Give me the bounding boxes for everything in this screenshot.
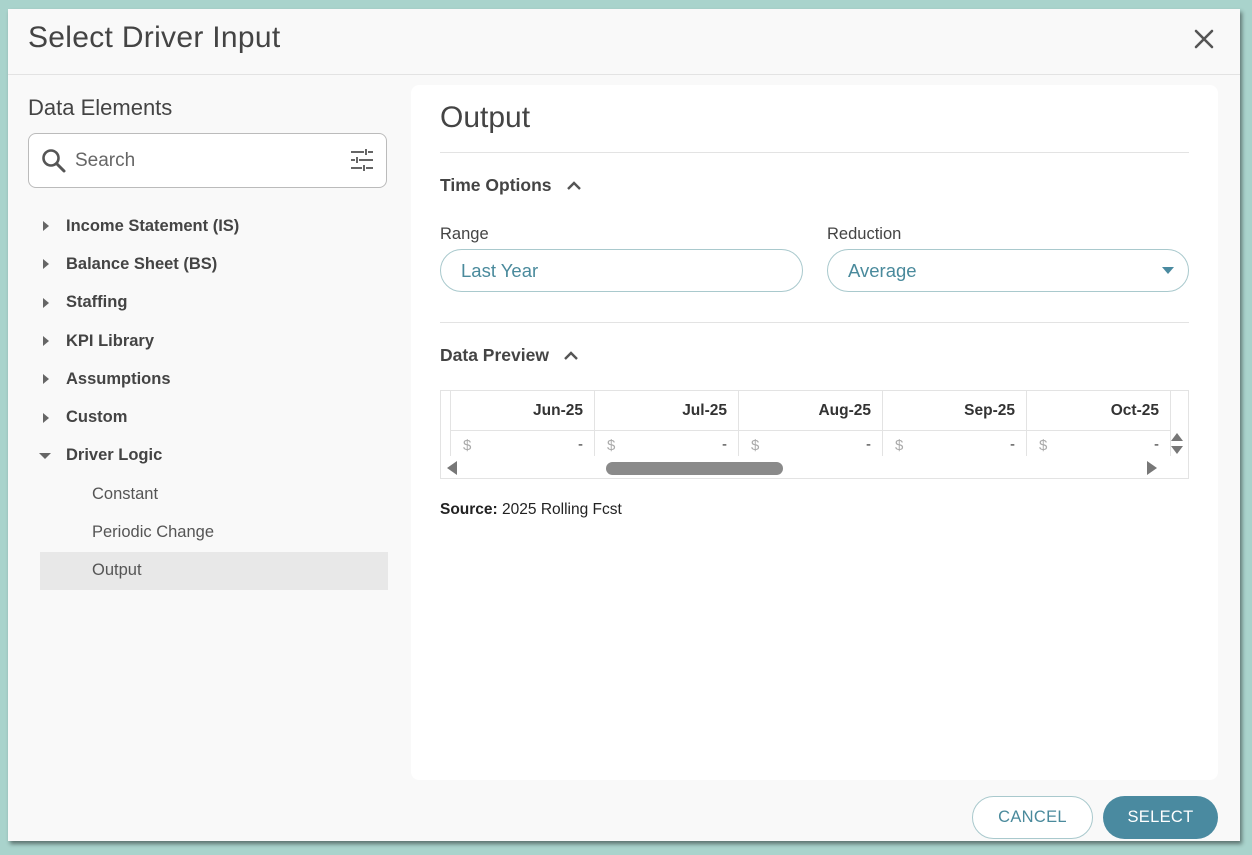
scroll-thumb[interactable] [606, 462, 783, 475]
tree-item-label: Custom [66, 408, 128, 427]
source-value: 2025 Rolling Fcst [502, 501, 622, 518]
source-line: Source: 2025 Rolling Fcst [440, 501, 622, 519]
data-elements-heading: Data Elements [28, 95, 173, 120]
column-header: Oct-25 [1027, 391, 1171, 430]
caret-right-icon [28, 373, 66, 385]
chevron-up-icon [564, 350, 578, 360]
data-preview-grid: Jun-25 Jul-25 Aug-25 Sep-25 Oct-25 $ - $ -… [440, 390, 1189, 479]
search-input[interactable] [75, 146, 335, 176]
column-header: Jun-25 [451, 391, 595, 430]
cell-value: - [722, 436, 727, 453]
tree-item-driver-logic[interactable]: Driver Logic [28, 437, 388, 475]
reduction-value: Average [848, 259, 917, 281]
search-icon [41, 148, 67, 174]
caret-right-icon [28, 258, 66, 270]
tree-item-label: Balance Sheet (BS) [66, 254, 218, 273]
cell-value: - [866, 436, 871, 453]
tree-item-staffing[interactable]: Staffing [28, 284, 388, 322]
chevron-up-icon [566, 180, 581, 190]
output-title: Output [440, 101, 531, 134]
tree-subitem-constant[interactable]: Constant [40, 475, 388, 513]
select-button[interactable]: SELECT [1103, 796, 1218, 839]
tree-item-label: Staffing [66, 293, 128, 312]
column-header: Aug-25 [739, 391, 883, 430]
tree-item-label: Assumptions [66, 369, 171, 388]
table-cell: $ - [1027, 431, 1171, 456]
divider [440, 322, 1189, 323]
grid-row-gutter [441, 391, 451, 456]
tree-item-custom[interactable]: Custom [28, 398, 388, 436]
caret-right-icon [28, 412, 66, 424]
time-options-heading: Time Options [440, 175, 552, 195]
caret-right-icon [28, 297, 66, 309]
currency-symbol: $ [751, 437, 760, 454]
data-preview-toggle[interactable]: Data Preview [440, 345, 579, 366]
close-icon[interactable] [1192, 27, 1216, 51]
table-cell: $ - [595, 431, 739, 456]
column-header: Sep-25 [883, 391, 1027, 430]
reduction-select[interactable]: Average [827, 249, 1189, 292]
tree-item-income-statement[interactable]: Income Statement (IS) [28, 207, 388, 245]
column-header: Jul-25 [595, 391, 739, 430]
caret-right-icon [28, 335, 66, 347]
filter-settings-icon[interactable] [350, 148, 374, 172]
reduction-label: Reduction [827, 225, 902, 243]
table-cell: $ - [739, 431, 883, 456]
search-box [28, 133, 387, 188]
divider [440, 152, 1189, 153]
data-elements-tree: Income Statement (IS) Balance Sheet (BS)… [28, 207, 388, 590]
currency-symbol: $ [607, 437, 616, 454]
currency-symbol: $ [895, 437, 904, 454]
cancel-button[interactable]: CANCEL [972, 796, 1093, 839]
range-label: Range [440, 225, 489, 243]
caret-right-icon [28, 220, 66, 232]
output-panel: Output Time Options Range Last Year Redu… [411, 85, 1218, 780]
range-field[interactable]: Last Year [440, 249, 803, 292]
tree-item-label: KPI Library [66, 331, 155, 350]
currency-symbol: $ [463, 437, 472, 454]
tree-subitem-periodic-change[interactable]: Periodic Change [40, 513, 388, 551]
table-row: $ - $ - $ - $ - $ - [451, 431, 1171, 456]
scroll-right-icon[interactable] [1147, 461, 1157, 475]
data-preview-heading: Data Preview [440, 345, 549, 365]
scroll-left-icon[interactable] [447, 461, 457, 475]
tree-item-label: Driver Logic [66, 446, 163, 465]
source-label: Source: [440, 501, 498, 518]
data-elements-panel: Data Elements Income Statement (IS) [28, 89, 388, 789]
tree-item-label: Income Statement (IS) [66, 216, 240, 235]
vertical-scroll-arrows-icon[interactable] [1170, 431, 1184, 457]
table-cell: $ - [883, 431, 1027, 456]
tree-item-kpi-library[interactable]: KPI Library [28, 322, 388, 360]
horizontal-scrollbar[interactable] [441, 457, 1171, 478]
caret-down-icon [28, 452, 66, 460]
dialog-header: Select Driver Input [8, 9, 1240, 75]
cell-value: - [1154, 436, 1159, 453]
tree-item-assumptions[interactable]: Assumptions [28, 360, 388, 398]
chevron-down-icon [1162, 267, 1174, 274]
tree-subitem-output[interactable]: Output [40, 551, 388, 590]
tree-item-balance-sheet[interactable]: Balance Sheet (BS) [28, 245, 388, 283]
currency-symbol: $ [1039, 437, 1048, 454]
time-options-toggle[interactable]: Time Options [440, 175, 582, 196]
table-cell: $ - [451, 431, 595, 456]
dialog-title: Select Driver Input [28, 21, 281, 54]
cell-value: - [1010, 436, 1015, 453]
cell-value: - [578, 436, 583, 453]
select-driver-input-dialog: Select Driver Input Data Elements Search… [8, 9, 1240, 841]
grid-header-row: Jun-25 Jul-25 Aug-25 Sep-25 Oct-25 [451, 391, 1171, 431]
range-value: Last Year [461, 259, 539, 281]
